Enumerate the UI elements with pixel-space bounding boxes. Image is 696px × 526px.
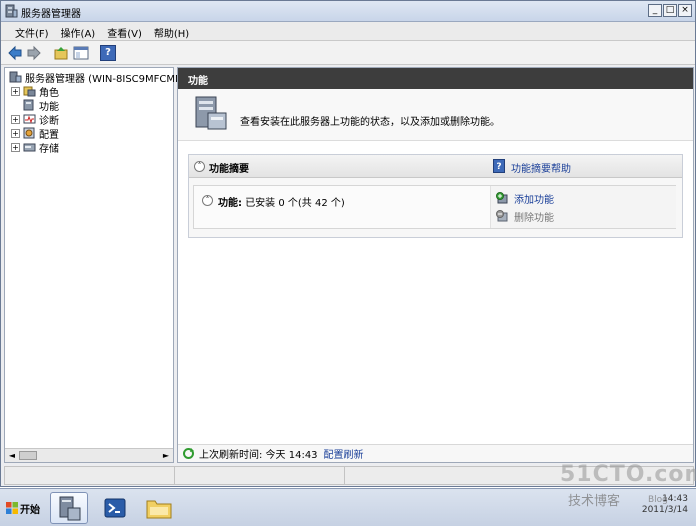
taskbar-explorer[interactable]	[140, 492, 178, 524]
description-text: 查看安装在此服务器上功能的状态，以及添加或删除功能。	[240, 117, 500, 128]
actions-panel: 添加功能 删除功能	[490, 186, 676, 228]
up-folder-icon[interactable]	[53, 45, 69, 61]
server-manager-window: 服务器管理器 _ □ × 文件(F) 操作(A) 查看(V) 帮助(H) ? 服…	[0, 0, 696, 487]
show-hide-tree-icon[interactable]	[73, 45, 89, 61]
help-icon[interactable]: ?	[100, 45, 116, 61]
status-cell	[175, 467, 345, 484]
features-count: 已安装 0 个(共 42 个)	[245, 198, 345, 209]
refresh-icon	[183, 448, 194, 459]
summary-title: 功能摘要	[209, 164, 249, 175]
server-icon	[9, 71, 22, 83]
configuration-icon	[23, 127, 35, 139]
roles-icon	[23, 86, 36, 97]
tree-item-label: 诊断	[39, 115, 59, 127]
menu-action[interactable]: 操作(A)	[55, 22, 102, 40]
remove-feature-icon	[496, 210, 508, 222]
expand-icon[interactable]: +	[11, 86, 20, 96]
refresh-status-bar: 上次刷新时间: 今天 14:43 配置刷新	[178, 444, 693, 462]
start-button[interactable]: 开始	[2, 497, 44, 519]
features-large-icon	[195, 96, 227, 130]
folder-icon	[146, 500, 172, 519]
collapse-icon[interactable]: ˄	[202, 195, 213, 206]
close-button[interactable]: ×	[678, 4, 692, 17]
back-icon[interactable]	[7, 45, 23, 61]
tree-item-roles[interactable]: + 角色	[11, 84, 59, 99]
pane-header: 功能	[178, 68, 693, 89]
menu-file[interactable]: 文件(F)	[9, 22, 55, 40]
features-summary-section: ˄ 功能摘要 ? 功能摘要帮助 ˄ 功能: 已安装 0 个(共 42 个) 添加…	[188, 154, 683, 238]
menu-bar: 文件(F) 操作(A) 查看(V) 帮助(H)	[1, 22, 695, 41]
scroll-thumb[interactable]	[19, 451, 37, 460]
window-title: 服务器管理器	[21, 9, 81, 20]
start-label: 开始	[20, 504, 40, 516]
tree-item-diagnostics[interactable]: + 诊断	[11, 112, 59, 127]
tree-item-label: 存储	[39, 143, 59, 155]
features-label: 功能:	[218, 198, 242, 209]
scroll-left-icon[interactable]: ◄	[6, 450, 18, 461]
tree-item-configuration[interactable]: + 配置	[11, 126, 59, 141]
taskbar-powershell[interactable]	[96, 492, 134, 524]
description-area: 查看安装在此服务器上功能的状态，以及添加或删除功能。	[178, 89, 693, 141]
features-status-box: ˄ 功能: 已安装 0 个(共 42 个) 添加功能 删除功能	[193, 185, 676, 229]
toolbar: ?	[1, 41, 695, 65]
watermark-51cto: 51CTO.com	[560, 462, 696, 487]
help-icon: ?	[493, 159, 505, 173]
summary-help-link[interactable]: 功能摘要帮助	[511, 160, 571, 175]
add-feature-icon	[496, 192, 508, 204]
add-features-link[interactable]: 添加功能	[496, 191, 554, 206]
tree-item-storage[interactable]: + 存储	[11, 140, 59, 155]
tree-item-label: 功能	[39, 101, 59, 113]
status-cell	[5, 467, 175, 484]
minimize-button[interactable]: _	[648, 4, 662, 17]
last-refresh-text: 上次刷新时间: 今天 14:43	[199, 450, 318, 461]
collapse-icon[interactable]: ˄	[194, 161, 205, 172]
diagnostics-icon	[23, 114, 36, 124]
remove-features-label: 删除功能	[514, 213, 554, 224]
menu-view[interactable]: 查看(V)	[101, 22, 148, 40]
watermark-blog-cn: 技术博客	[568, 494, 621, 509]
watermark-blog: Blog	[648, 495, 668, 505]
windows-logo-icon	[6, 502, 18, 514]
title-bar[interactable]: 服务器管理器 _ □ ×	[1, 1, 695, 22]
features-icon	[23, 99, 34, 111]
tree-item-label: 配置	[39, 129, 59, 141]
clock-date: 2011/3/14	[641, 505, 688, 515]
tree-item-root[interactable]: 服务器管理器 (WIN-8ISC9MFCMM	[9, 70, 184, 85]
summary-header: ˄ 功能摘要 ? 功能摘要帮助	[189, 155, 682, 178]
horizontal-scrollbar[interactable]: ◄ ►	[5, 448, 173, 462]
expand-icon[interactable]: +	[11, 142, 20, 152]
maximize-button[interactable]: □	[663, 4, 677, 17]
tree-root-label: 服务器管理器 (WIN-8ISC9MFCMM	[25, 73, 184, 85]
scroll-right-icon[interactable]: ►	[160, 450, 172, 461]
configure-refresh-link[interactable]: 配置刷新	[324, 446, 364, 461]
add-features-label: 添加功能	[514, 195, 554, 206]
forward-icon[interactable]	[26, 45, 42, 61]
remove-features-link[interactable]: 删除功能	[496, 209, 554, 224]
menu-help[interactable]: 帮助(H)	[148, 22, 195, 40]
powershell-icon	[104, 498, 126, 518]
details-pane: 功能 查看安装在此服务器上功能的状态，以及添加或删除功能。 ˄ 功能摘要 ? 功…	[177, 67, 694, 463]
server-manager-icon	[5, 4, 18, 18]
tree-item-features[interactable]: 功能	[23, 98, 59, 113]
server-manager-icon	[59, 496, 81, 521]
taskbar-server-manager[interactable]	[50, 492, 88, 524]
expand-icon[interactable]: +	[11, 128, 20, 138]
features-status: 功能: 已安装 0 个(共 42 个)	[218, 194, 345, 209]
navigation-tree: 服务器管理器 (WIN-8ISC9MFCMM + 角色 功能 + 诊断 + 配置…	[4, 67, 184, 463]
expand-icon[interactable]: +	[11, 114, 20, 124]
tree-item-label: 角色	[39, 87, 59, 99]
storage-icon	[23, 143, 36, 152]
